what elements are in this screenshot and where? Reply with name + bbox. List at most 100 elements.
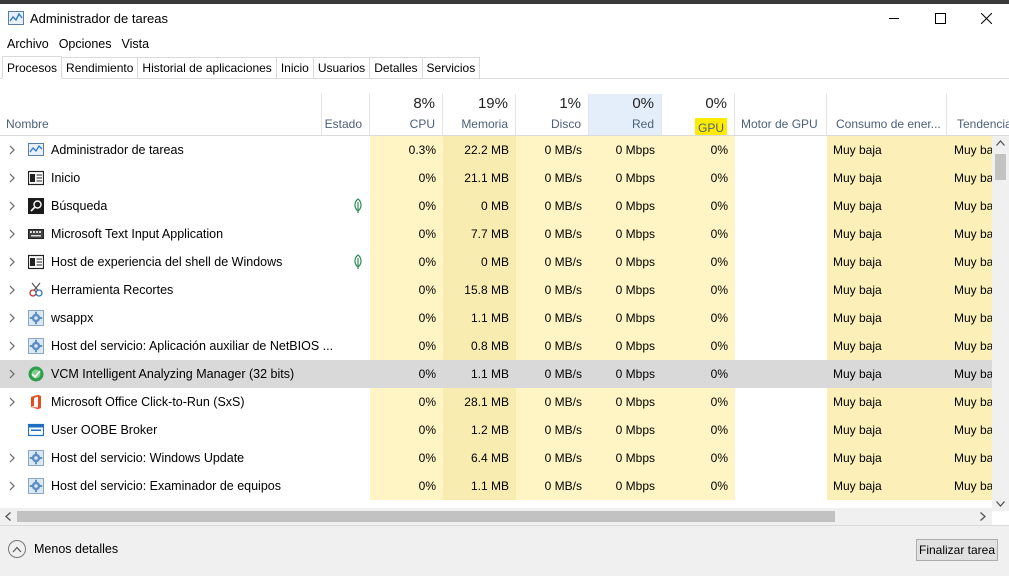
scroll-down-icon[interactable] xyxy=(996,501,1005,507)
cell-cpu: 0% xyxy=(370,388,443,416)
cell-disk: 0 MB/s xyxy=(516,388,589,416)
tab-bar: Procesos Rendimiento Historial de aplica… xyxy=(0,56,1009,79)
menu-bar: Archivo Opciones Vista xyxy=(0,34,154,54)
horizontal-scroll-thumb[interactable] xyxy=(17,511,835,522)
chevron-right-icon[interactable] xyxy=(8,257,16,267)
scroll-right-icon[interactable] xyxy=(980,512,986,521)
chevron-right-icon[interactable] xyxy=(8,285,16,295)
cell-disk: 0 MB/s xyxy=(516,220,589,248)
chevron-right-icon[interactable] xyxy=(8,229,16,239)
process-table: Nombre Estado 8% CPU 19% Memoria 1% Disc… xyxy=(0,80,1009,525)
menu-opciones[interactable]: Opciones xyxy=(54,37,117,51)
chevron-right-icon[interactable] xyxy=(8,369,16,379)
tab-detalles[interactable]: Detalles xyxy=(369,57,423,78)
chevron-right-icon[interactable] xyxy=(8,453,16,463)
vertical-scrollbar[interactable] xyxy=(992,136,1009,511)
col-cpu[interactable]: 8% CPU xyxy=(370,94,443,135)
table-row[interactable]: Microsoft Office Click-to-Run (SxS) 0% 28.… xyxy=(0,388,992,416)
col-power-trend[interactable]: Tendencia xyxy=(947,94,1009,135)
chevron-right-icon[interactable] xyxy=(8,397,16,407)
menu-vista[interactable]: Vista xyxy=(117,37,155,51)
col-status[interactable]: Estado xyxy=(322,94,370,135)
close-button[interactable] xyxy=(963,4,1009,32)
cell-cpu: 0% xyxy=(370,220,443,248)
cell-gpu: 0% xyxy=(662,248,735,276)
process-name: wsappx xyxy=(51,311,94,325)
table-row[interactable]: Host del servicio: Windows Update 0% 6.4 M… xyxy=(0,444,992,472)
gpu-total: 0% xyxy=(705,95,727,112)
cell-net: 0 Mbps xyxy=(589,304,662,332)
minimize-button[interactable] xyxy=(871,4,917,32)
tab-historial[interactable]: Historial de aplicaciones xyxy=(137,57,277,78)
table-row[interactable]: Host del servicio: Examinador de equipos… xyxy=(0,472,992,500)
cell-mem: 1.2 MB xyxy=(443,416,516,444)
cell-power-trend: Muy ba xyxy=(947,248,992,276)
network-total: 0% xyxy=(632,95,654,112)
table-row[interactable]: VCM Intelligent Analyzing Manager (32 bi… xyxy=(0,360,992,388)
scroll-up-icon[interactable] xyxy=(996,140,1005,146)
scroll-left-icon[interactable] xyxy=(5,512,11,521)
chevron-right-icon[interactable] xyxy=(8,481,16,491)
cell-mem: 1.1 MB xyxy=(443,304,516,332)
cell-cpu: 0% xyxy=(418,367,436,381)
process-name: Herramienta Recortes xyxy=(51,283,174,297)
menu-archivo[interactable]: Archivo xyxy=(2,37,54,51)
cell-gpu: 0% xyxy=(662,332,735,360)
cell-mem: 0 MB xyxy=(443,248,516,276)
chevron-right-icon[interactable] xyxy=(8,173,16,183)
cell-gpu: 0% xyxy=(662,220,735,248)
table-row[interactable]: Administrador de tareas 0.3% 22.2 MB 0 MB/s… xyxy=(0,136,992,164)
table-row[interactable]: User OOBE Broker 0% 1.2 MB 0 MB/s 0 Mbps 0% Mu… xyxy=(0,416,992,444)
table-row[interactable]: Host de experiencia del shell de Windows… xyxy=(0,248,992,276)
table-row[interactable]: Herramienta Recortes 0% 15.8 MB 0 MB/s 0 Mbp… xyxy=(0,276,992,304)
chevron-right-icon[interactable] xyxy=(8,341,16,351)
cell-power: Muy baja xyxy=(827,220,947,248)
table-row[interactable]: wsappx 0% 1.1 MB 0 MB/s 0 Mbps 0% Muy baja Muy … xyxy=(0,304,992,332)
tab-servicios[interactable]: Servicios xyxy=(421,57,481,78)
cell-mem: 0 MB xyxy=(443,192,516,220)
cell-gpu: 0% xyxy=(710,367,728,381)
col-disk[interactable]: 1% Disco xyxy=(516,94,589,135)
col-memory[interactable]: 19% Memoria xyxy=(443,94,516,135)
title-bar: Administrador de tareas xyxy=(0,4,1009,32)
cell-mem: 1.1 MB xyxy=(470,367,509,381)
keyboard-icon xyxy=(28,229,44,239)
table-row[interactable]: Host del servicio: Aplicación auxiliar d… xyxy=(0,332,992,360)
chevron-right-icon[interactable] xyxy=(8,145,16,155)
horizontal-scrollbar[interactable] xyxy=(0,508,992,525)
chevron-right-icon[interactable] xyxy=(8,313,16,323)
cell-disk: 0 MB/s xyxy=(516,332,589,360)
col-name[interactable]: Nombre xyxy=(0,94,322,135)
cell-power-trend: Muy ba xyxy=(947,388,992,416)
table-row[interactable]: Búsqueda 0% 0 MB 0 MB/s 0 Mbps 0% Muy baja Muy … xyxy=(0,192,992,220)
table-row[interactable]: Microsoft Text Input Application 0% 7.7 MB… xyxy=(0,220,992,248)
cell-cpu: 0% xyxy=(370,164,443,192)
col-gpu[interactable]: 0% GPU xyxy=(662,94,735,135)
cell-power: Muy baja xyxy=(833,367,882,381)
tab-procesos[interactable]: Procesos xyxy=(2,56,63,79)
chevron-right-icon[interactable] xyxy=(8,201,16,211)
less-details-button[interactable]: Menos detalles xyxy=(8,540,118,558)
disk-total: 1% xyxy=(559,95,581,112)
cell-cpu: 0% xyxy=(370,192,443,220)
cell-net: 0 Mbps xyxy=(615,367,655,381)
vertical-scroll-thumb[interactable] xyxy=(995,154,1006,180)
tab-rendimiento[interactable]: Rendimiento xyxy=(61,57,139,78)
cell-gpu-engine xyxy=(735,444,827,472)
tab-inicio[interactable]: Inicio xyxy=(275,57,314,78)
col-power[interactable]: Consumo de ener... xyxy=(827,94,947,135)
cell-gpu: 0% xyxy=(662,416,735,444)
cell-gpu-engine xyxy=(735,220,827,248)
cell-power: Muy baja xyxy=(827,304,947,332)
cell-net: 0 Mbps xyxy=(589,192,662,220)
maximize-button[interactable] xyxy=(917,4,963,32)
close-icon xyxy=(980,12,992,24)
col-gpu-engine[interactable]: Motor de GPU xyxy=(735,94,827,135)
cell-gpu-engine xyxy=(735,388,827,416)
col-network[interactable]: 0% Red xyxy=(589,94,662,135)
table-row[interactable]: Inicio 0% 21.1 MB 0 MB/s 0 Mbps 0% Muy baja Muy… xyxy=(0,164,992,192)
chevron-up-icon xyxy=(8,540,26,558)
tab-usuarios[interactable]: Usuarios xyxy=(312,57,371,78)
cell-net: 0 Mbps xyxy=(589,248,662,276)
end-task-button[interactable]: Finalizar tarea xyxy=(916,539,998,561)
